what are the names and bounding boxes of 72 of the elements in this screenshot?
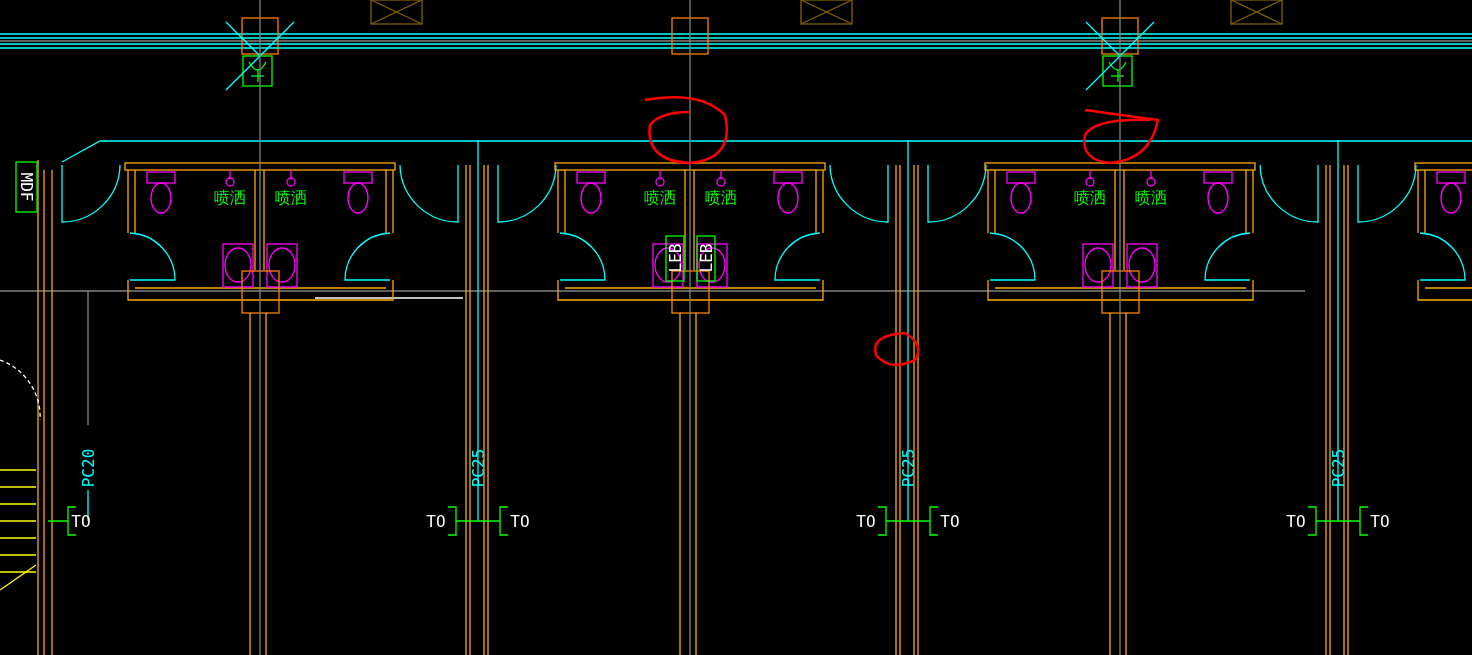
column-square-drawing bbox=[241, 17, 279, 55]
toilet-drawing bbox=[1006, 171, 1036, 214]
outlet-bracket bbox=[1337, 506, 1369, 536]
toilet-drawing bbox=[576, 171, 606, 214]
label-frame bbox=[15, 161, 38, 213]
door-swing-drawing bbox=[559, 232, 606, 281]
sink-drawing bbox=[266, 243, 298, 288]
door-swing-drawing bbox=[497, 164, 557, 223]
sink-drawing bbox=[696, 243, 728, 288]
fixture-label: 喷洒 bbox=[644, 187, 676, 207]
door-swing-drawing bbox=[61, 164, 121, 223]
door-swing-drawing bbox=[129, 232, 176, 281]
crossed-box-drawing bbox=[800, 0, 853, 25]
sink-drawing bbox=[222, 243, 254, 288]
toilet-drawing bbox=[343, 171, 373, 214]
riser-box-drawing bbox=[241, 270, 280, 314]
sink-drawing bbox=[652, 243, 684, 288]
outlet-label: TO bbox=[71, 511, 91, 531]
door-swing-drawing bbox=[989, 232, 1036, 281]
door-swing-drawing bbox=[1204, 232, 1251, 281]
sink-drawing bbox=[1126, 243, 1158, 288]
outlet-bracket bbox=[877, 506, 909, 536]
riser-box-drawing bbox=[1101, 270, 1140, 314]
outlet-bracket bbox=[477, 506, 509, 536]
sprinkler-drawing bbox=[1146, 169, 1156, 187]
panel-tag: LEB bbox=[665, 235, 685, 282]
outlet-label: TO bbox=[1370, 511, 1390, 531]
fixture-symbol-drawing bbox=[1102, 55, 1133, 87]
fixture-label: 喷洒 bbox=[275, 187, 307, 207]
cable-label: PC20 bbox=[78, 448, 98, 488]
panel-tag: LEB bbox=[696, 235, 716, 282]
mdf-label: MDF bbox=[17, 172, 36, 202]
toilet-drawing bbox=[1203, 171, 1233, 214]
outlet-label: TO bbox=[1286, 511, 1306, 531]
sprinkler-drawing bbox=[225, 169, 235, 187]
fixture-label: 喷洒 bbox=[1074, 187, 1106, 207]
cable-label: PC25 bbox=[468, 448, 488, 488]
outlet-label: TO bbox=[940, 511, 960, 531]
door-swing-drawing bbox=[1419, 232, 1466, 281]
sink-drawing bbox=[1082, 243, 1114, 288]
outlet-bracket bbox=[907, 506, 939, 536]
fixture-label: 喷洒 bbox=[214, 187, 246, 207]
fixture-label: 喷洒 bbox=[1135, 187, 1167, 207]
cable-label: PC25 bbox=[898, 448, 918, 488]
fixture-symbol-drawing bbox=[242, 55, 273, 87]
sprinkler-drawing bbox=[286, 169, 296, 187]
outlet-label: TO bbox=[510, 511, 530, 531]
outlet-bracket bbox=[447, 506, 479, 536]
sprinkler-drawing bbox=[655, 169, 665, 187]
crossed-box-drawing bbox=[1230, 0, 1283, 25]
fixture-label: 喷洒 bbox=[705, 187, 737, 207]
door-swing-drawing bbox=[344, 232, 391, 281]
toilet-drawing bbox=[773, 171, 803, 214]
outlet-label: TO bbox=[856, 511, 876, 531]
column-square-drawing bbox=[1101, 17, 1139, 55]
toilet-drawing bbox=[146, 171, 176, 214]
door-swing-drawing bbox=[399, 164, 459, 223]
sprinkler-drawing bbox=[1085, 169, 1095, 187]
riser-box-drawing bbox=[671, 270, 710, 314]
outlet-label: TO bbox=[426, 511, 446, 531]
cable-line bbox=[87, 489, 89, 522]
door-swing-drawing bbox=[774, 232, 821, 281]
door-swing-drawing bbox=[829, 164, 889, 223]
door-swing-drawing bbox=[1357, 164, 1417, 223]
outlet-bracket bbox=[1307, 506, 1339, 536]
cable-label: PC25 bbox=[1328, 448, 1348, 488]
door-swing-drawing bbox=[927, 164, 987, 223]
toilet-drawing bbox=[1436, 171, 1466, 214]
column-square-drawing bbox=[671, 17, 709, 55]
sprinkler-drawing bbox=[716, 169, 726, 187]
door-swing-drawing bbox=[1259, 164, 1319, 223]
crossed-box-drawing bbox=[370, 0, 423, 25]
